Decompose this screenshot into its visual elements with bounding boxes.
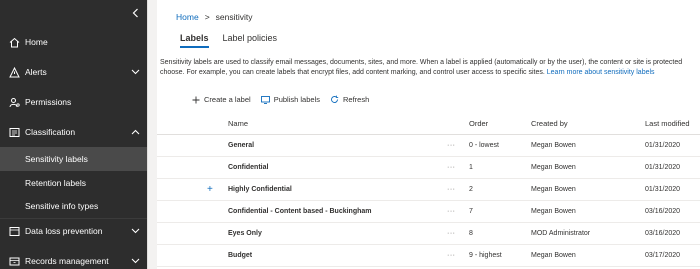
table-row[interactable]: + Highly Confidential ··· 2 Megan Bowen … [157, 179, 700, 201]
nav-item-label: Home [25, 37, 48, 47]
nav-item-label: Permissions [25, 97, 72, 107]
label-created-by: Megan Bowen [531, 252, 576, 259]
table-header: Name Order Created by Last modified [157, 111, 700, 135]
more-actions-icon[interactable]: ··· [447, 252, 456, 259]
column-header-order[interactable]: Order [469, 119, 488, 128]
label-order: 9 - highest [469, 252, 502, 259]
publish-labels-text: Publish labels [273, 95, 320, 104]
column-header-created-by[interactable]: Created by [531, 119, 568, 128]
label-name[interactable]: Confidential - Content based - Buckingha… [228, 208, 372, 215]
label-created-by: Megan Bowen [531, 164, 576, 171]
label-created-by: Megan Bowen [531, 208, 576, 215]
more-actions-icon[interactable]: ··· [447, 186, 456, 193]
more-actions-icon[interactable]: ··· [447, 208, 456, 215]
label-order: 2 [469, 186, 473, 193]
chevron-left-icon [132, 8, 138, 18]
refresh-text: Refresh [342, 95, 370, 104]
learn-more-link[interactable]: Learn more about sensitivity labels [547, 69, 655, 76]
refresh-button[interactable]: Refresh [330, 95, 369, 104]
label-order: 8 [469, 230, 473, 237]
label-last-modified: 03/16/2020 [645, 208, 681, 215]
label-name[interactable]: Confidential [228, 164, 268, 171]
label-order: 1 [469, 164, 473, 171]
collapse-nav-button[interactable] [129, 6, 141, 20]
main-content: Home > sensitivity Labels Label policies… [157, 0, 700, 269]
records-icon [8, 255, 20, 267]
label-order: 7 [469, 208, 473, 215]
column-header-name[interactable]: Name [228, 119, 248, 128]
tab-label-policies[interactable]: Label policies [223, 33, 278, 48]
table-row[interactable]: Budget ··· 9 - highest Megan Bowen 03/17… [157, 245, 700, 267]
breadcrumb-current: sensitivity [215, 12, 253, 22]
chevron-down-icon [130, 226, 140, 236]
label-last-modified: 01/31/2020 [645, 164, 681, 171]
more-actions-icon[interactable]: ··· [447, 164, 456, 171]
nav-item-home[interactable]: Home [0, 29, 147, 55]
nav-item-records-management[interactable]: Records management [0, 248, 147, 269]
sidebar-subitem-retention-labels[interactable]: Retention labels [0, 171, 147, 195]
alert-icon [8, 66, 20, 78]
page-description: Sensitivity labels are used to classify … [160, 58, 700, 78]
nav-item-label: Data loss prevention [25, 226, 103, 236]
nav-item-classification[interactable]: Classification [0, 119, 147, 145]
breadcrumb-home-link[interactable]: Home [176, 12, 199, 22]
more-actions-icon[interactable]: ··· [447, 230, 456, 237]
label-created-by: Megan Bowen [531, 142, 576, 149]
label-order: 0 - lowest [469, 142, 499, 149]
expand-plus-icon[interactable]: + [207, 184, 213, 195]
refresh-icon [330, 95, 339, 104]
permissions-icon [8, 96, 20, 108]
subitem-label: Retention labels [25, 178, 86, 188]
tab-labels[interactable]: Labels [180, 33, 209, 48]
chevron-down-icon [130, 256, 140, 266]
plus-icon [191, 95, 200, 104]
label-name[interactable]: Highly Confidential [228, 186, 292, 193]
dlp-icon [8, 225, 20, 237]
chevron-down-icon [130, 67, 140, 77]
create-label-text: Create a label [204, 95, 251, 104]
nav-item-label: Alerts [25, 67, 47, 77]
nav-item-permissions[interactable]: Permissions [0, 89, 147, 115]
column-header-last-modified[interactable]: Last modified [645, 119, 690, 128]
description-line-2: choose. For example, you can create labe… [160, 69, 545, 76]
sidebar-subitem-sensitive-info-types[interactable]: Sensitive info types [0, 194, 147, 218]
table-row[interactable]: Confidential ··· 1 Megan Bowen 01/31/202… [157, 157, 700, 179]
home-icon [8, 36, 20, 48]
breadcrumb: Home > sensitivity [176, 12, 253, 22]
description-line-1: Sensitivity labels are used to classify … [160, 59, 683, 66]
nav-item-data-loss-prevention[interactable]: Data loss prevention [0, 218, 147, 244]
label-last-modified: 01/31/2020 [645, 142, 681, 149]
label-name[interactable]: Eyes Only [228, 230, 262, 237]
sidebar-subitem-sensitivity-labels[interactable]: Sensitivity labels [0, 147, 147, 171]
nav-item-alerts[interactable]: Alerts [0, 59, 147, 85]
table-row[interactable]: Eyes Only ··· 8 MOD Administrator 03/16/… [157, 223, 700, 245]
label-last-modified: 03/16/2020 [645, 230, 681, 237]
command-bar: Create a label Publish labels Refresh [191, 95, 369, 104]
label-created-by: Megan Bowen [531, 186, 576, 193]
more-actions-icon[interactable]: ··· [447, 142, 456, 149]
nav-item-label: Records management [25, 256, 109, 266]
label-name[interactable]: Budget [228, 252, 252, 259]
table-row[interactable]: Confidential - Content based - Buckingha… [157, 201, 700, 223]
tab-bar: Labels Label policies [180, 33, 277, 48]
left-navigation: Home Alerts Permissions Classification S… [0, 0, 147, 269]
publish-labels-button[interactable]: Publish labels [260, 95, 320, 104]
classification-icon [8, 126, 20, 138]
create-label-button[interactable]: Create a label [191, 95, 251, 104]
publish-icon [260, 95, 270, 104]
label-last-modified: 01/31/2020 [645, 186, 681, 193]
label-created-by: MOD Administrator [531, 230, 591, 237]
nav-item-label: Classification [25, 127, 76, 137]
table-row[interactable]: General ··· 0 - lowest Megan Bowen 01/31… [157, 135, 700, 157]
subitem-label: Sensitivity labels [25, 154, 88, 164]
breadcrumb-separator: > [204, 12, 210, 22]
chevron-up-icon [130, 127, 140, 137]
subitem-label: Sensitive info types [25, 201, 99, 211]
nav-content-divider [147, 0, 157, 269]
label-name[interactable]: General [228, 142, 254, 149]
label-last-modified: 03/17/2020 [645, 252, 681, 259]
